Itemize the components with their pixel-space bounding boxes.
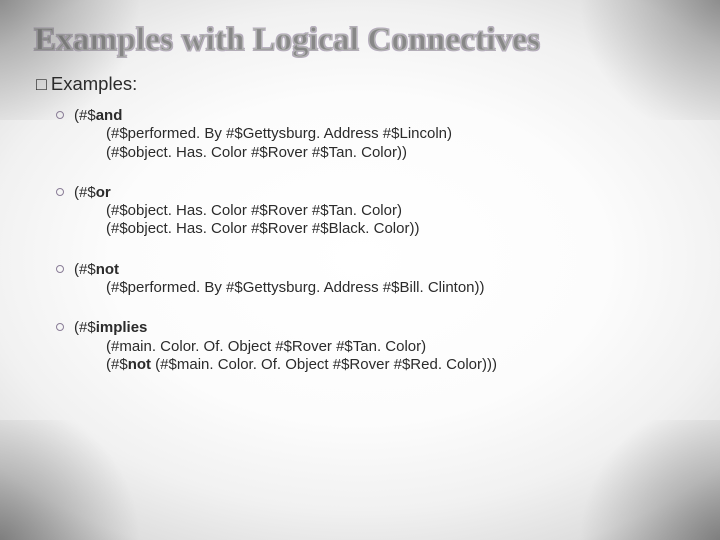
operator-bold: not <box>128 356 151 373</box>
example-text: (#$ <box>106 356 128 373</box>
example-line: (#$performed. By #$Gettysburg. Address #… <box>74 279 686 297</box>
example-line: (#$object. Has. Color #$Rover #$Tan. Col… <box>74 144 686 162</box>
example-item: (#$implies (#main. Color. Of. Object #$R… <box>56 319 686 374</box>
example-item: (#$and (#$performed. By #$Gettysburg. Ad… <box>56 107 686 162</box>
example-text: (#$ <box>74 319 96 336</box>
slide-title: Examples with Logical Connectives <box>34 22 686 59</box>
example-line: (#$not <box>74 261 686 279</box>
example-text: (#$ <box>74 107 96 124</box>
example-line: (#$and <box>74 107 686 125</box>
operator-bold: or <box>96 184 111 201</box>
vignette-corner <box>560 0 720 120</box>
operator-bold: not <box>96 261 119 278</box>
example-text: (#$ <box>74 261 96 278</box>
section-heading-text: Examples: <box>51 73 137 94</box>
example-line: (#main. Color. Of. Object #$Rover #$Tan.… <box>74 338 686 356</box>
example-line: (#$object. Has. Color #$Rover #$Tan. Col… <box>74 202 686 220</box>
example-line: (#$object. Has. Color #$Rover #$Black. C… <box>74 220 686 238</box>
example-line: (#$or <box>74 184 686 202</box>
operator-bold: implies <box>96 319 148 336</box>
example-line: (#$not (#$main. Color. Of. Object #$Rove… <box>74 356 686 374</box>
example-line: (#$performed. By #$Gettysburg. Address #… <box>74 125 686 143</box>
ring-bullet-icon <box>56 323 64 331</box>
slide: Examples with Logical Connectives □Examp… <box>0 0 720 540</box>
ring-bullet-icon <box>56 111 64 119</box>
ring-bullet-icon <box>56 265 64 273</box>
example-item: (#$or (#$object. Has. Color #$Rover #$Ta… <box>56 184 686 239</box>
operator-bold: and <box>96 107 123 124</box>
example-item: (#$not (#$performed. By #$Gettysburg. Ad… <box>56 261 686 298</box>
vignette-corner <box>0 420 160 540</box>
ring-bullet-icon <box>56 188 64 196</box>
vignette-corner <box>0 0 160 120</box>
square-bullet-icon: □ <box>36 73 47 95</box>
vignette-corner <box>560 420 720 540</box>
example-line: (#$implies <box>74 319 686 337</box>
example-text: (#$main. Color. Of. Object #$Rover #$Red… <box>151 356 497 373</box>
section-heading: □Examples: <box>36 73 686 95</box>
example-text: (#$ <box>74 184 96 201</box>
examples-list: (#$and (#$performed. By #$Gettysburg. Ad… <box>56 107 686 374</box>
